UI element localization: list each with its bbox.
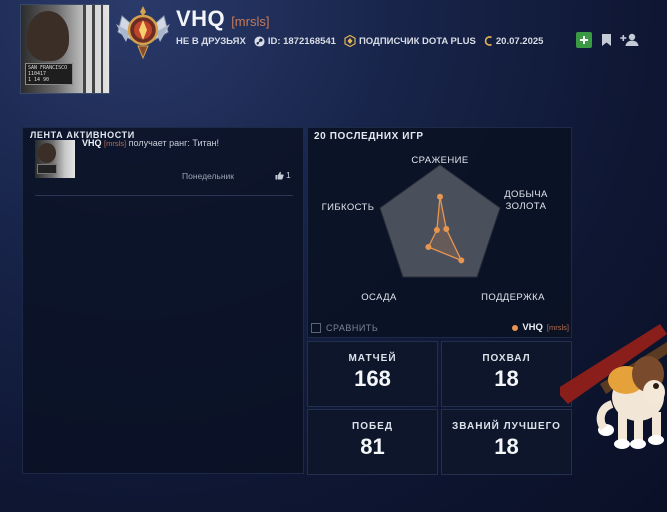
feed-clan-tag: [mrsls] bbox=[104, 139, 127, 148]
stat-value: 18 bbox=[494, 366, 519, 391]
dota-plus-label: ПОДПИСЧИК DOTA PLUS bbox=[358, 35, 476, 47]
legend-swatch bbox=[512, 324, 519, 331]
feed-like-button[interactable]: 1 bbox=[275, 170, 291, 180]
invite-button[interactable] bbox=[620, 32, 640, 48]
player-name[interactable]: VHQ bbox=[176, 6, 225, 32]
recent-games-title: 20 ПОСЛЕДНИХ ИГР bbox=[314, 131, 424, 142]
friend-status: НЕ В ДРУЗЬЯХ bbox=[176, 36, 246, 47]
stat-matches: МАТЧЕЙ 168 bbox=[307, 341, 438, 407]
feed-avatar bbox=[35, 140, 75, 178]
radar-axis-push: ОСАДА bbox=[361, 292, 397, 303]
dota-plus-date: 20.07.2025 bbox=[484, 35, 544, 47]
radar-axis-versatility: ГИБКОСТЬ bbox=[321, 202, 375, 213]
add-friend-button[interactable] bbox=[576, 32, 592, 48]
feed-player-name[interactable]: VHQ bbox=[82, 138, 102, 148]
stat-value: 81 bbox=[360, 434, 385, 459]
bookmark-button[interactable] bbox=[598, 32, 614, 48]
feed-text: VHQ [mrsls] получает ранг: Титан! bbox=[82, 138, 219, 148]
radar-point-3 bbox=[425, 244, 432, 250]
avatar-plate-line: 1 14 90 bbox=[28, 77, 50, 83]
player-id[interactable]: ID: 1872168541 bbox=[254, 36, 336, 47]
compare-toggle[interactable]: СРАВНИТЬ bbox=[311, 323, 378, 333]
avatar-portrait bbox=[27, 11, 69, 61]
radar-point-1 bbox=[443, 226, 450, 232]
plus-icon bbox=[580, 36, 588, 44]
dota-plus-status[interactable]: ПОДПИСЧИК DOTA PLUS bbox=[344, 35, 476, 47]
stat-value: 18 bbox=[494, 434, 519, 459]
recent-games-panel: 20 ПОСЛЕДНИХ ИГР СРАЖЕНИЕ ДОБЫЧА ЗОЛОТА … bbox=[307, 127, 572, 338]
stat-label: МАТЧЕЙ bbox=[348, 353, 397, 364]
clan-tag: [mrsls] bbox=[231, 14, 270, 29]
compare-label: СРАВНИТЬ bbox=[326, 323, 379, 333]
radar-point-2 bbox=[458, 257, 465, 264]
stat-label: ЗВАНИЙ ЛУЧШЕГО bbox=[452, 421, 561, 432]
radar-axis-support: ПОДДЕРЖКА bbox=[481, 292, 545, 303]
legend-player-name: VHQ bbox=[522, 322, 543, 333]
feed-item[interactable]: VHQ [mrsls] получает ранг: Титан! Понеде… bbox=[35, 138, 293, 196]
hero-pony-image bbox=[560, 324, 667, 449]
profile-header: SAN FRANCISCO 110417 1 14 90 VHQ [mrsls]… bbox=[0, 0, 667, 100]
stat-wins: ПОБЕД 81 bbox=[307, 409, 438, 475]
feed-avatar-plate bbox=[37, 164, 57, 174]
feed-day: Понедельник bbox=[182, 171, 235, 181]
thumbs-up-icon bbox=[275, 171, 284, 179]
friend-status-label: НЕ В ДРУЗЬЯХ bbox=[176, 35, 246, 47]
compare-checkbox[interactable] bbox=[311, 323, 321, 333]
feed-message: получает ранг: Титан! bbox=[128, 138, 219, 148]
dota-plus-date-label: 20.07.2025 bbox=[495, 35, 544, 47]
rank-medal-icon[interactable] bbox=[114, 2, 172, 60]
bookmark-icon bbox=[601, 34, 611, 46]
radar-point-4 bbox=[433, 227, 440, 233]
radar-axis-fight: СРАЖЕНИЕ bbox=[411, 155, 469, 166]
radar-axis-farm-line: ДОБЫЧА bbox=[504, 189, 548, 200]
radar-point-0 bbox=[437, 193, 443, 200]
feed-avatar-portrait bbox=[38, 143, 56, 163]
profile-meta: НЕ В ДРУЗЬЯХ ID: 1872168541 ПОДПИСЧИК DO… bbox=[176, 35, 543, 47]
stat-value: 168 bbox=[354, 366, 391, 391]
stat-label: ПОХВАЛ bbox=[482, 353, 531, 364]
stat-mvp: ЗВАНИЙ ЛУЧШЕГО 18 bbox=[441, 409, 572, 475]
radar-axis-farm-line: ЗОЛОТА bbox=[505, 201, 547, 212]
player-id-label: ID: 1872168541 bbox=[267, 35, 336, 47]
avatar[interactable]: SAN FRANCISCO 110417 1 14 90 bbox=[20, 4, 110, 94]
stat-label: ПОБЕД bbox=[352, 421, 393, 432]
avatar-plate: SAN FRANCISCO 110417 1 14 90 bbox=[25, 63, 73, 85]
avatar-height-chart bbox=[83, 5, 103, 93]
stat-commends: ПОХВАЛ 18 bbox=[441, 341, 572, 407]
radar-axis-farm: ДОБЫЧА ЗОЛОТА bbox=[500, 189, 552, 213]
feed-like-count: 1 bbox=[286, 170, 291, 180]
activity-feed: ЛЕНТА АКТИВНОСТИ VHQ [mrsls] получает ра… bbox=[22, 127, 304, 474]
steam-icon bbox=[254, 35, 265, 47]
profile-actions bbox=[576, 32, 640, 48]
add-user-icon bbox=[620, 33, 639, 46]
dota-plus-icon bbox=[344, 35, 356, 47]
player-name-row: VHQ [mrsls] bbox=[176, 6, 269, 32]
shard-icon bbox=[484, 36, 492, 46]
